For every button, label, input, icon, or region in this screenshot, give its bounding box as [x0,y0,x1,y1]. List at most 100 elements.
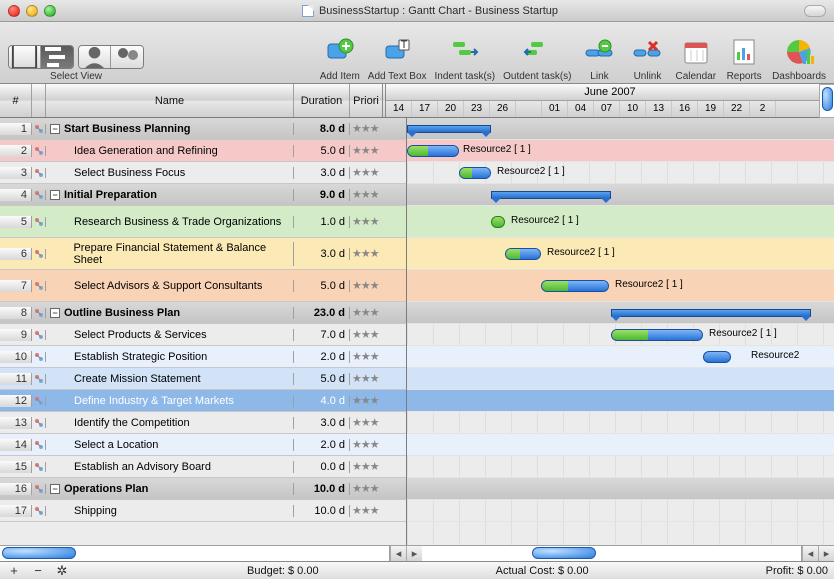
priority-cell[interactable]: ★★★ [350,144,406,157]
priority-cell[interactable]: ★★★ [350,122,406,135]
disclosure-icon[interactable]: − [50,484,60,494]
col-header-priority[interactable]: Priori [350,84,386,117]
link-group[interactable]: Link [575,26,623,82]
task-name-cell[interactable]: Select Business Focus [46,167,294,179]
close-window-button[interactable] [8,5,20,17]
task-name-cell[interactable]: Establish an Advisory Board [46,461,294,473]
duration-cell[interactable]: 10.0 d [294,505,350,517]
view-gantt-button[interactable] [41,46,73,68]
view-list-button[interactable] [9,46,41,68]
duration-cell[interactable]: 10.0 d [294,483,350,495]
gantt-row[interactable]: Resource2 [ 1 ] [407,140,834,162]
task-bar[interactable] [611,329,703,341]
gantt-hscroll-thumb[interactable] [532,547,596,559]
unlink-group[interactable]: Unlink [623,26,671,82]
task-row[interactable]: 2Idea Generation and Refining5.0 d★★★ [0,140,406,162]
priority-cell[interactable]: ★★★ [350,438,406,451]
gantt-row[interactable]: Resource2 [ 1 ] [407,206,834,238]
dashboards-group[interactable]: Dashboards [768,26,830,82]
calendar-group[interactable]: Calendar [671,26,720,82]
gantt-row[interactable] [407,500,834,522]
gantt-row[interactable] [407,390,834,412]
settings-gear-icon[interactable]: ✲ [54,564,70,578]
gantt-row[interactable]: Resource2 [ 1 ] [407,270,834,302]
summary-bar[interactable] [407,125,491,133]
task-row[interactable]: 1−Start Business Planning8.0 d★★★ [0,118,406,140]
priority-cell[interactable]: ★★★ [350,504,406,517]
gantt-row[interactable]: Resource2 [ 1 ] [407,324,834,346]
task-row[interactable]: 12Define Industry & Target Markets4.0 d★… [0,390,406,412]
priority-cell[interactable]: ★★★ [350,482,406,495]
task-row[interactable]: 10Establish Strategic Position2.0 d★★★ [0,346,406,368]
gantt-row[interactable] [407,412,834,434]
task-bar[interactable] [505,248,541,260]
gantt-area[interactable]: Resource2 [ 1 ]Resource2 [ 1 ]Resource2 … [406,118,834,545]
gantt-row[interactable] [407,302,834,324]
task-name-cell[interactable]: Identify the Competition [46,417,294,429]
duration-cell[interactable]: 4.0 d [294,395,350,407]
vertical-scrollbar[interactable] [819,84,834,118]
duration-cell[interactable]: 5.0 d [294,280,350,292]
task-row[interactable]: 13Identify the Competition3.0 d★★★ [0,412,406,434]
task-row[interactable]: 11Create Mission Statement5.0 d★★★ [0,368,406,390]
reports-group[interactable]: Reports [720,26,768,82]
gantt-row[interactable] [407,118,834,140]
add-text-box-group[interactable]: T Add Text Box [364,26,431,82]
duration-cell[interactable]: 2.0 d [294,439,350,451]
remove-row-button[interactable]: − [30,564,46,578]
zoom-window-button[interactable] [44,5,56,17]
task-bar[interactable] [491,216,505,228]
task-bar[interactable] [541,280,609,292]
gantt-row[interactable] [407,184,834,206]
duration-cell[interactable]: 5.0 d [294,145,350,157]
task-name-cell[interactable]: Research Business & Trade Organizations [46,216,294,228]
task-name-cell[interactable]: −Start Business Planning [46,123,294,135]
priority-cell[interactable]: ★★★ [350,416,406,429]
duration-cell[interactable]: 3.0 d [294,167,350,179]
task-row[interactable]: 8−Outline Business Plan23.0 d★★★ [0,302,406,324]
gantt-row[interactable] [407,456,834,478]
task-bar[interactable] [407,145,459,157]
view-team-button[interactable] [111,46,143,68]
duration-cell[interactable]: 8.0 d [294,123,350,135]
summary-bar[interactable] [611,309,811,317]
gantt-row[interactable]: Resource2 [407,346,834,368]
task-row[interactable]: 9Select Products & Services7.0 d★★★ [0,324,406,346]
priority-cell[interactable]: ★★★ [350,279,406,292]
priority-cell[interactable]: ★★★ [350,328,406,341]
grid-hscroll-thumb[interactable] [2,547,76,559]
task-row[interactable]: 6Prepare Financial Statement & Balance S… [0,238,406,270]
task-name-cell[interactable]: Select a Location [46,439,294,451]
gantt-row[interactable]: Resource2 [ 1 ] [407,238,834,270]
task-bar[interactable] [703,351,731,363]
gantt-row[interactable]: Resource2 [ 1 ] [407,162,834,184]
task-row[interactable]: 14Select a Location2.0 d★★★ [0,434,406,456]
task-name-cell[interactable]: Create Mission Statement [46,373,294,385]
task-row[interactable]: 4−Initial Preparation9.0 d★★★ [0,184,406,206]
grid-hscroll-right-arrow[interactable]: ▸ [406,546,422,561]
duration-cell[interactable]: 0.0 d [294,461,350,473]
duration-cell[interactable]: 1.0 d [294,216,350,228]
summary-bar[interactable] [491,191,611,199]
priority-cell[interactable]: ★★★ [350,306,406,319]
minimize-window-button[interactable] [26,5,38,17]
grid-hscroll-left-arrow[interactable]: ◂ [390,546,406,561]
task-name-cell[interactable]: Define Industry & Target Markets [46,395,294,407]
gantt-hscroll-left-arrow[interactable]: ◂ [802,546,818,561]
task-name-cell[interactable]: Prepare Financial Statement & Balance Sh… [46,242,294,266]
view-resource-button[interactable] [79,46,111,68]
task-row[interactable]: 5Research Business & Trade Organizations… [0,206,406,238]
task-row[interactable]: 15Establish an Advisory Board0.0 d★★★ [0,456,406,478]
outdent-group[interactable]: Outdent task(s) [499,26,575,82]
gantt-hscroll-right-arrow[interactable]: ▸ [818,546,834,561]
priority-cell[interactable]: ★★★ [350,188,406,201]
gantt-row[interactable] [407,478,834,500]
toolbar-toggle-button[interactable] [804,5,826,17]
task-name-cell[interactable]: −Outline Business Plan [46,307,294,319]
priority-cell[interactable]: ★★★ [350,394,406,407]
task-name-cell[interactable]: Shipping [46,505,294,517]
disclosure-icon[interactable]: − [50,124,60,134]
duration-cell[interactable]: 3.0 d [294,248,350,260]
task-bar[interactable] [459,167,491,179]
duration-cell[interactable]: 23.0 d [294,307,350,319]
